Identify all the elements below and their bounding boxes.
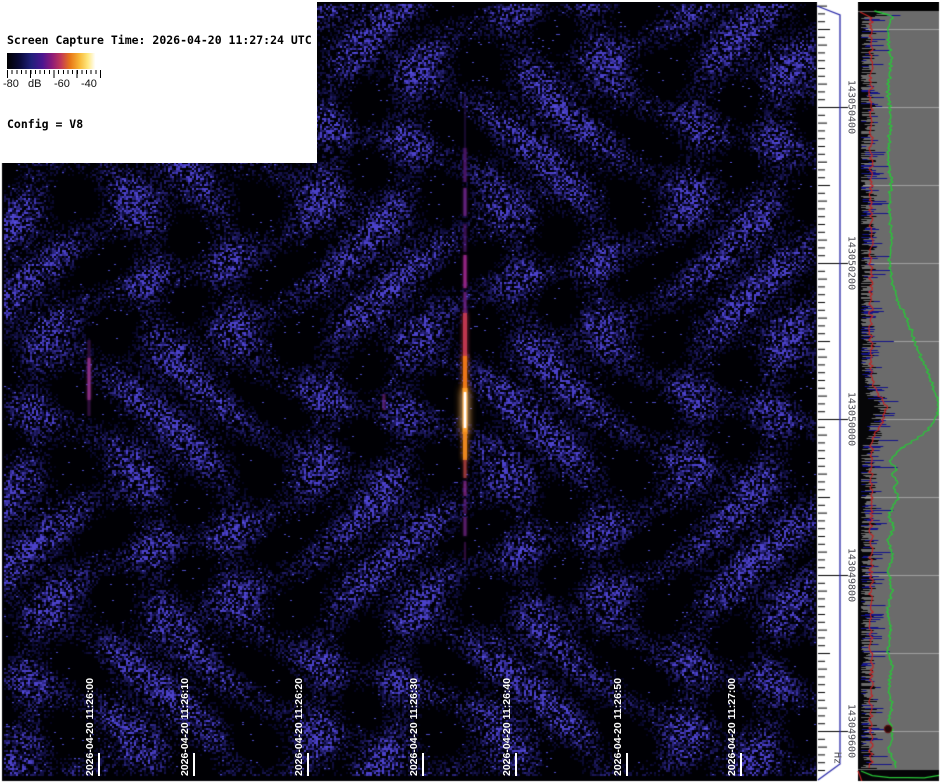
freq-axis-label: 143050000 bbox=[846, 392, 857, 446]
colorbar-gradient bbox=[7, 53, 100, 69]
time-axis-tick bbox=[193, 753, 195, 776]
colorbar-labels: -80 dB -60 -40 bbox=[2, 78, 106, 92]
spectrum-lab-capture-window: Screen Capture Time: 2026-04-20 11:27:24… bbox=[0, 0, 941, 783]
time-axis-label: 2026-04-20 11:26:30 bbox=[408, 678, 420, 776]
freq-axis-label: 143049800 bbox=[846, 548, 857, 602]
colorbar-ticks-major bbox=[7, 70, 101, 78]
colorbar-tick-label: dB bbox=[28, 78, 41, 90]
config-text: Config = V8 bbox=[7, 117, 312, 131]
colorbar-tick-label: -80 bbox=[3, 78, 19, 90]
colorbar-tick-label: -40 bbox=[81, 78, 97, 90]
time-axis-label: 2026-04-20 11:26:50 bbox=[612, 678, 624, 776]
colorbar-tick-label: -60 bbox=[54, 78, 70, 90]
amplitude-colorbar: -80 dB -60 -40 bbox=[2, 50, 106, 93]
time-axis-tick bbox=[740, 753, 742, 776]
time-axis-tick bbox=[626, 753, 628, 776]
time-axis-tick bbox=[307, 753, 309, 776]
time-axis-label: 2026-04-20 11:26:00 bbox=[84, 678, 96, 776]
freq-axis-label: 143050400 bbox=[846, 80, 857, 134]
freq-axis-label: 143049600 bbox=[846, 704, 857, 758]
capture-time-text: Screen Capture Time: 2026-04-20 11:27:24… bbox=[7, 33, 312, 47]
time-axis-tick bbox=[98, 753, 100, 776]
time-axis-label: 2026-04-20 11:26:10 bbox=[179, 678, 191, 776]
time-axis-tick bbox=[515, 753, 517, 776]
time-axis-label: 2026-04-20 11:26:40 bbox=[501, 678, 513, 776]
time-axis-label: 2026-04-20 11:27:00 bbox=[726, 678, 738, 776]
time-axis-tick bbox=[422, 753, 424, 776]
freq-axis-label: 143050200 bbox=[846, 236, 857, 290]
frequency-unit-label: Hz bbox=[832, 752, 843, 764]
time-axis-label: 2026-04-20 11:26:20 bbox=[293, 678, 305, 776]
